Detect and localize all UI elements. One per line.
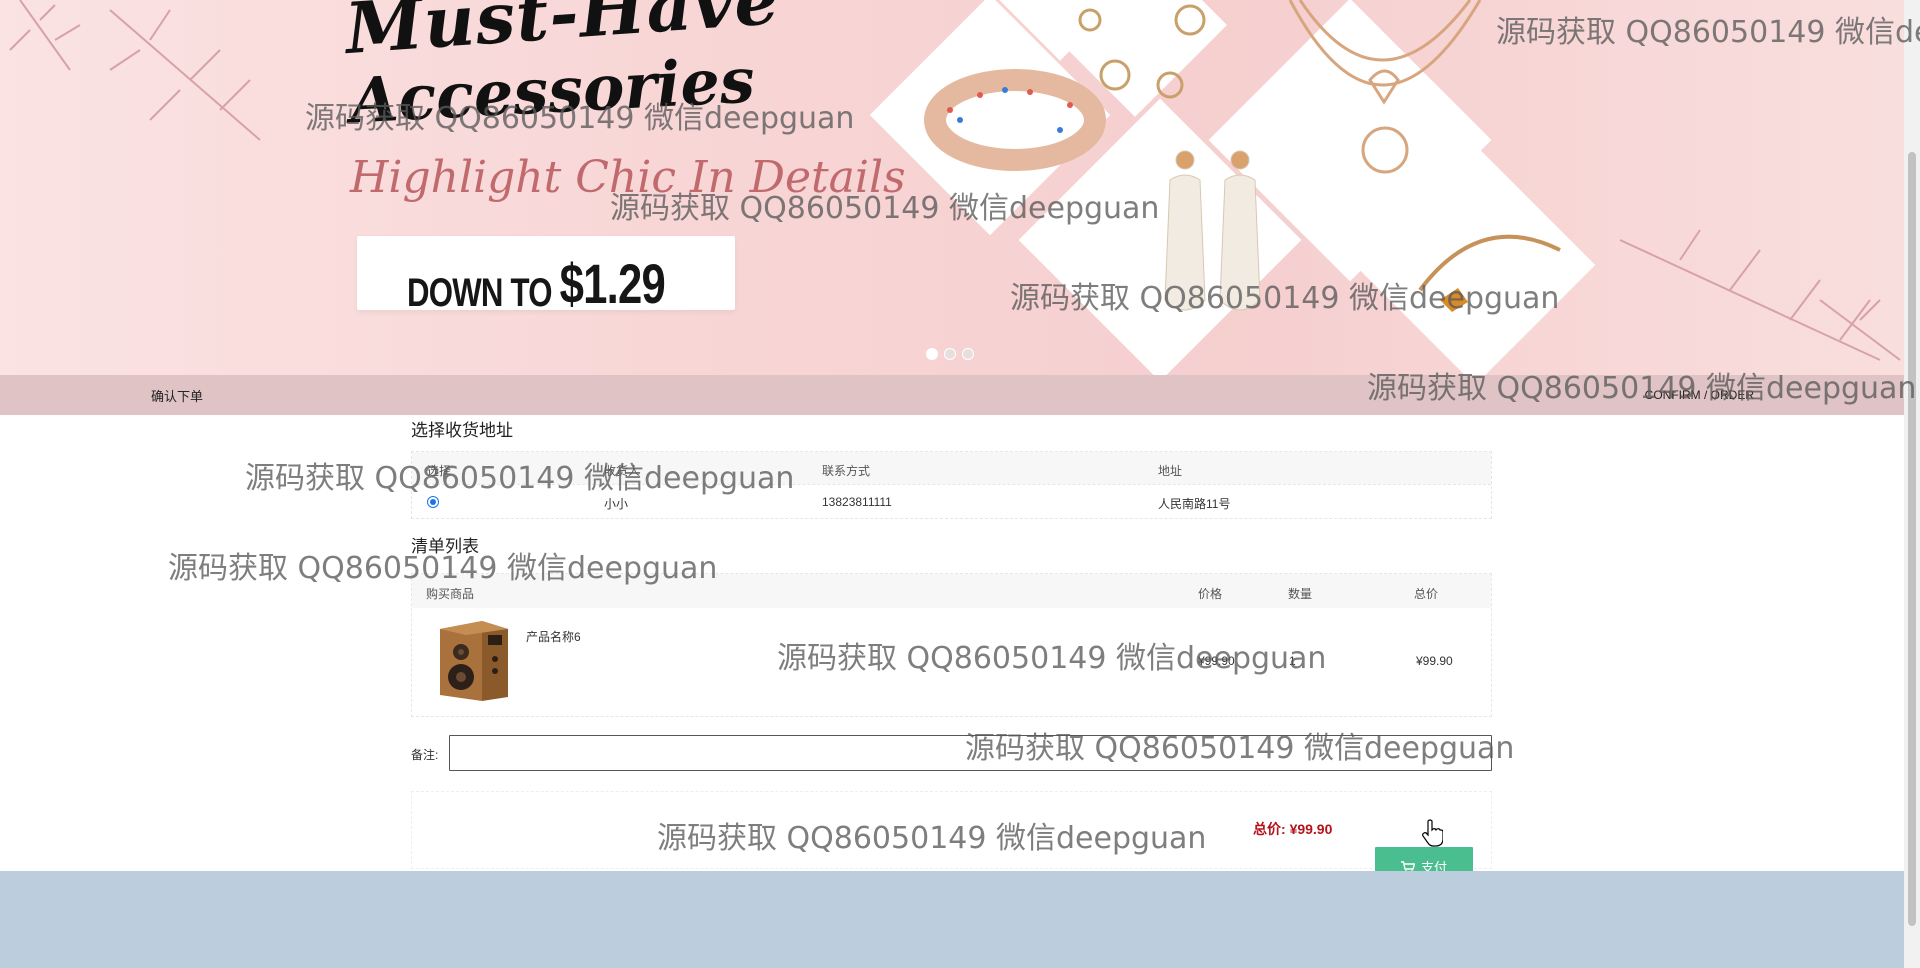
carousel-dot-3[interactable] bbox=[962, 348, 974, 360]
checkout-box: 总价: ¥99.90 bbox=[411, 791, 1492, 869]
address-table-header: 选择 收货人 联系方式 地址 bbox=[412, 452, 1491, 484]
step-title: 确认下单 bbox=[151, 389, 204, 404]
scrollbar-thumb[interactable] bbox=[1908, 152, 1916, 926]
price-value: $1.29 bbox=[559, 252, 666, 315]
receiver-phone: 13823811111 bbox=[822, 495, 892, 509]
grand-total-label: 总价: bbox=[1253, 821, 1290, 837]
header-total: 总价 bbox=[1414, 587, 1439, 601]
carousel-dot-1[interactable] bbox=[926, 348, 938, 360]
header-product: 购买商品 bbox=[426, 587, 475, 601]
address-section-title: 选择收货地址 bbox=[411, 421, 513, 440]
product-total: ¥99.90 bbox=[1416, 654, 1453, 668]
floral-branch-decoration bbox=[9, 0, 1901, 375]
hand-cursor-icon bbox=[1422, 819, 1443, 847]
header-select: 选择 bbox=[427, 464, 452, 478]
hero-banner[interactable]: Must-Have Accessories Highlight Chic In … bbox=[0, 0, 1904, 375]
vertical-scrollbar[interactable] bbox=[1904, 0, 1920, 968]
banner-subheadline: Highlight Chic In Details bbox=[350, 152, 906, 203]
remark-input[interactable] bbox=[449, 735, 1492, 771]
address-radio[interactable] bbox=[427, 496, 439, 508]
product-name[interactable]: 产品名称6 bbox=[526, 628, 581, 645]
items-table: 购买商品 价格 数量 总价 产品名称6 ¥99.90 1 ¥99.90 bbox=[411, 573, 1492, 717]
header-receiver: 收货人 bbox=[604, 464, 641, 478]
remark-label: 备注: bbox=[411, 748, 439, 762]
grand-total-value: ¥99.90 bbox=[1289, 821, 1333, 837]
header-address: 地址 bbox=[1158, 464, 1183, 478]
price-promo-label: DOWN TO $1.29 bbox=[407, 252, 666, 319]
header-contact: 联系方式 bbox=[822, 464, 871, 478]
grand-total: 总价: ¥99.90 bbox=[1253, 819, 1332, 839]
page-footer bbox=[0, 871, 1904, 968]
order-step-bar: 确认下单 CONFIRM / ORDER bbox=[0, 375, 1904, 415]
carousel-dot-2[interactable] bbox=[944, 348, 956, 360]
wooden-speaker-icon[interactable] bbox=[430, 617, 514, 707]
step-subtitle: CONFIRM / ORDER bbox=[1644, 388, 1754, 402]
items-section-title: 清单列表 bbox=[411, 537, 479, 556]
carousel-indicator bbox=[926, 348, 974, 360]
receiver-name: 小小 bbox=[604, 497, 629, 511]
product-quantity: 1 bbox=[1289, 654, 1296, 668]
table-row: 产品名称6 ¥99.90 1 ¥99.90 bbox=[412, 608, 1491, 716]
address-row[interactable]: 小小 13823811111 人民南路11号 bbox=[412, 484, 1491, 518]
price-prefix: DOWN TO bbox=[407, 271, 553, 315]
price-promo-box: DOWN TO $1.29 bbox=[357, 236, 735, 315]
items-table-header: 购买商品 价格 数量 总价 bbox=[412, 574, 1491, 608]
receiver-address: 人民南路11号 bbox=[1158, 497, 1231, 511]
header-price: 价格 bbox=[1198, 587, 1223, 601]
address-table: 选择 收货人 联系方式 地址 小小 13823811111 人民南路11号 bbox=[411, 451, 1492, 519]
header-quantity: 数量 bbox=[1288, 587, 1313, 601]
product-price: ¥99.90 bbox=[1198, 654, 1235, 668]
